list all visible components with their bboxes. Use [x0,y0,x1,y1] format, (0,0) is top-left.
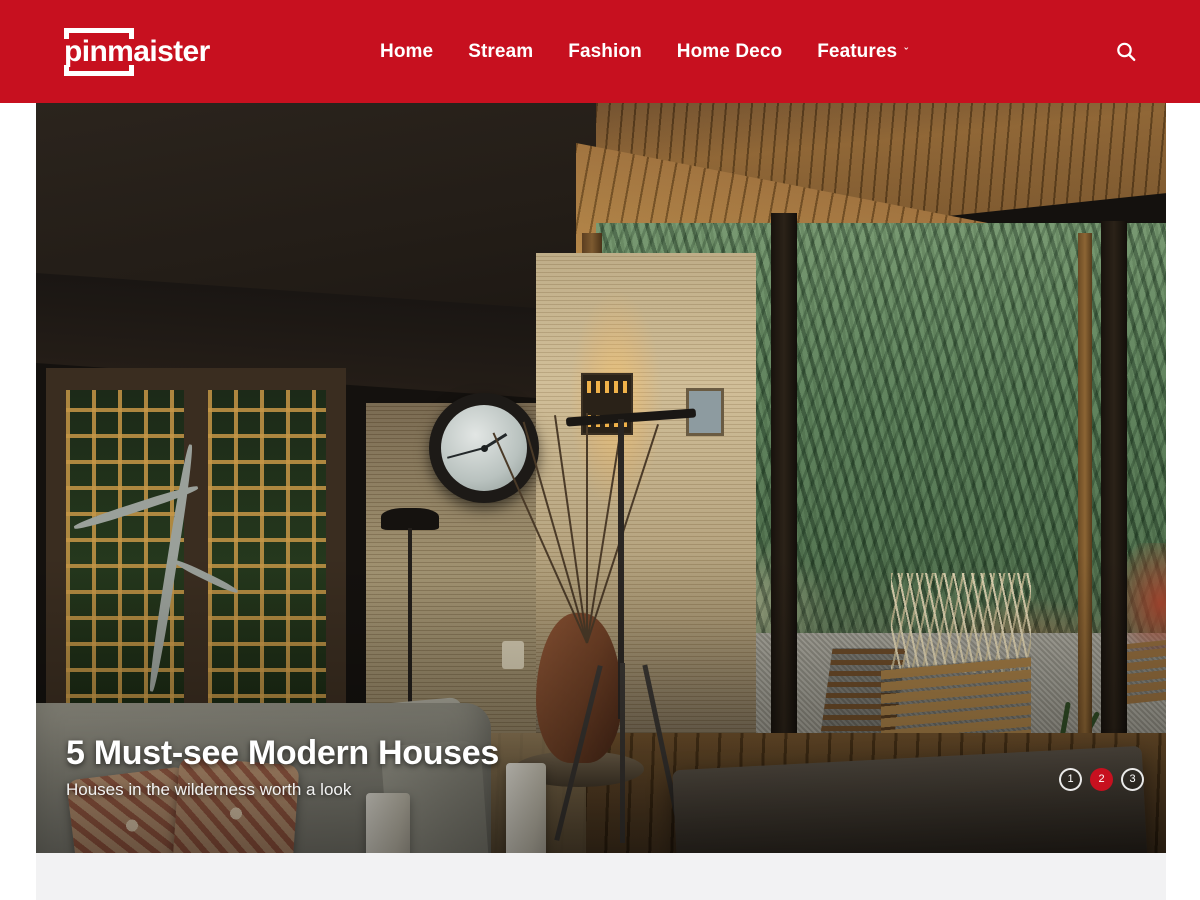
hero-caption: 5 Must-see Modern Houses Houses in the w… [66,733,499,801]
search-icon [1117,42,1136,61]
nav-item-fashion-label: Fashion [568,40,642,62]
carousel-pagination: 1 2 3 [1059,768,1144,791]
hero-title: 5 Must-see Modern Houses [66,734,500,772]
site-logo[interactable]: pinmaister [64,28,210,76]
search-button[interactable] [1108,34,1144,70]
hero-subtitle: Houses in the wilderness worth a look [66,780,352,799]
hero-slide[interactable]: 5 Must-see Modern Houses Houses in the w… [36,103,1166,853]
nav-item-home[interactable]: Home [380,41,450,63]
hero-section: 5 Must-see Modern Houses Houses in the w… [0,103,1200,853]
carousel-dot-1[interactable]: 1 [1059,768,1082,791]
nav-item-home-label: Home [380,40,434,62]
main-navigation: Home Stream Fashion Home Deco Features ˇ [380,0,925,103]
nav-item-fashion[interactable]: Fashion [568,41,659,63]
site-header: pinmaister Home Stream Fashion Home Deco… [0,0,1200,103]
nav-item-stream-label: Stream [468,40,534,62]
carousel-dot-3[interactable]: 3 [1121,768,1144,791]
nav-item-features[interactable]: Features ˇ [817,41,925,63]
nav-item-home-deco-label: Home Deco [676,40,783,62]
carousel-dot-2[interactable]: 2 [1090,768,1113,791]
content-area [36,853,1166,900]
nav-item-stream[interactable]: Stream [468,41,550,63]
chevron-down-icon: ˇ [904,47,908,59]
nav-item-home-deco[interactable]: Home Deco [677,41,799,63]
site-logo-text: pinmaister [64,35,210,68]
nav-item-features-label: Features [817,40,898,62]
